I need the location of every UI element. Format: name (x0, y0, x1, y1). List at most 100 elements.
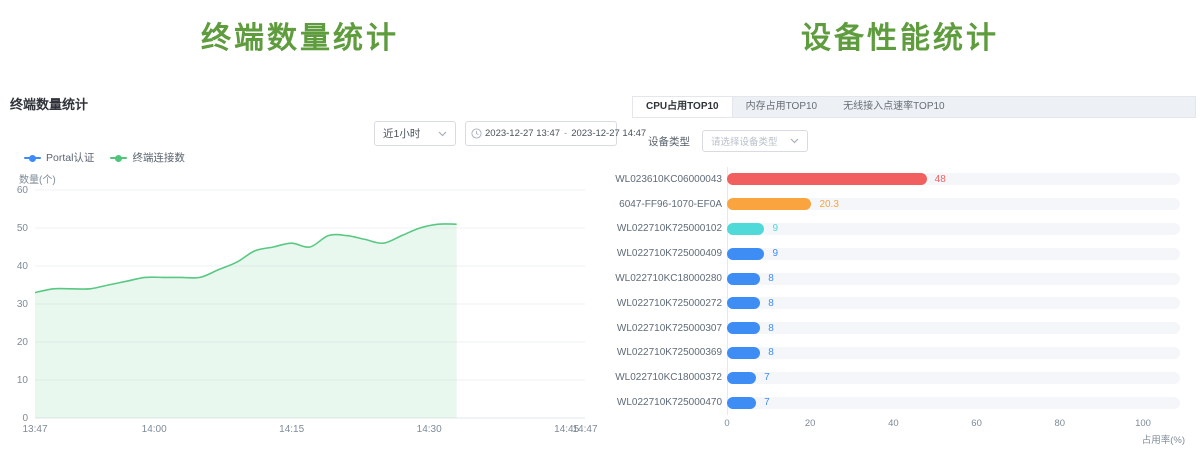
x-tick-label: 14:00 (142, 424, 167, 435)
bar-row: WL022710K725000272 8 (600, 291, 1200, 316)
cpu-top10-bar-chart: WL023610KC06000043 48 6047-FF96-1070-EF0A 2… (600, 167, 1200, 415)
date-end: 2023-12-27 14:47 (571, 128, 646, 139)
area-fill (35, 224, 457, 418)
bar-fill (727, 198, 811, 210)
chevron-down-icon (438, 131, 447, 137)
bar-row: WL022710K725000409 9 (600, 241, 1200, 266)
x-tick-label: 14:30 (417, 424, 442, 435)
bar-value-label: 8 (768, 323, 774, 334)
bar-x-tick-label: 60 (962, 418, 992, 429)
legend-label: Portal认证 (46, 150, 94, 165)
card-title-terminal-stats: 终端数量统计 (10, 94, 88, 113)
tab-CPU占用TOP10[interactable]: CPU占用TOP10 (633, 97, 733, 117)
bar-fill (727, 248, 764, 260)
device-type-placeholder: 请选择设备类型 (711, 134, 790, 148)
bar-category-label: WL022710K725000409 (600, 248, 722, 259)
legend-item[interactable]: Portal认证 (24, 150, 94, 165)
bar-row: 6047-FF96-1070-EF0A 20.3 (600, 192, 1200, 217)
device-type-select[interactable]: 请选择设备类型 (702, 130, 808, 152)
y-tick-label: 10 (17, 375, 29, 386)
date-separator: - (564, 128, 567, 139)
bar-x-tick-label: 80 (1045, 418, 1075, 429)
bar-x-axis: 0 20 40 60 80 100 (600, 418, 1200, 430)
bar-track: 20.3 (727, 198, 1180, 210)
bar-fill (727, 297, 760, 309)
performance-tabs: CPU占用TOP10内存占用TOP10无线接入点速率TOP10 (632, 96, 1196, 118)
bar-row: WL022710KC18000280 8 (600, 266, 1200, 291)
legend-marker-icon (24, 154, 41, 162)
bar-value-label: 8 (768, 347, 774, 358)
time-range-value: 近1小时 (383, 126, 438, 141)
bar-track: 8 (727, 297, 1180, 309)
bar-fill (727, 347, 760, 359)
bar-track: 48 (727, 173, 1180, 185)
x-tick-label: 14:15 (279, 424, 304, 435)
bar-row: WL023610KC06000043 48 (600, 167, 1200, 192)
bar-category-label: WL022710K725000369 (600, 347, 722, 358)
bar-value-label: 8 (768, 273, 774, 284)
x-tick-label: 13:47 (22, 424, 47, 435)
bar-track: 9 (727, 223, 1180, 235)
bar-track: 9 (727, 248, 1180, 260)
tab-内存占用TOP10[interactable]: 内存占用TOP10 (733, 97, 831, 117)
date-start: 2023-12-27 13:47 (485, 128, 560, 139)
y-tick-label: 20 (17, 337, 29, 348)
y-tick-label: 0 (22, 413, 28, 424)
bar-fill (727, 397, 756, 409)
bar-category-label: WL022710KC18000280 (600, 273, 722, 284)
bar-track: 7 (727, 372, 1180, 384)
bar-category-label: WL022710K725000102 (600, 223, 722, 234)
tab-无线接入点速率TOP10[interactable]: 无线接入点速率TOP10 (830, 97, 958, 117)
bar-x-axis-title: 占用率(%) (1135, 432, 1185, 446)
date-range-picker[interactable]: 2023-12-27 13:47 - 2023-12-27 14:47 (465, 121, 617, 146)
bar-value-label: 20.3 (819, 199, 838, 210)
bar-category-label: WL022710K725000272 (600, 298, 722, 309)
time-controls: 近1小时 2023-12-27 13:47 - 2023-12-27 14:47 (374, 121, 617, 146)
bar-track: 8 (727, 347, 1180, 359)
bar-track: 7 (727, 397, 1180, 409)
bar-category-label: WL022710K725000307 (600, 323, 722, 334)
clock-icon (471, 128, 482, 139)
bar-fill (727, 372, 756, 384)
bar-row: WL022710K725000307 8 (600, 316, 1200, 341)
bar-category-label: 6047-FF96-1070-EF0A (600, 199, 722, 210)
bar-row: WL022710K725000369 8 (600, 341, 1200, 366)
legend-item[interactable]: 终端连接数 (110, 150, 185, 165)
bar-track: 8 (727, 322, 1180, 334)
legend-label: 终端连接数 (132, 150, 185, 165)
bar-fill (727, 173, 927, 185)
bar-category-label: WL022710K725000470 (600, 397, 722, 408)
device-type-label: 设备类型 (648, 134, 690, 149)
bar-x-tick-label: 100 (1128, 418, 1158, 429)
bar-row: WL022710KC18000372 7 (600, 365, 1200, 390)
time-range-select[interactable]: 近1小时 (374, 121, 456, 146)
bar-value-label: 7 (764, 372, 770, 383)
page-title-device-performance: 设备性能统计 (600, 13, 1200, 57)
y-tick-label: 60 (17, 185, 29, 196)
bar-x-tick-label: 40 (878, 418, 908, 429)
bar-row: WL022710K725000102 9 (600, 217, 1200, 242)
terminal-count-line-chart: 010203040506013:4714:0014:1514:3014:4514… (0, 183, 600, 456)
y-tick-label: 30 (17, 299, 29, 310)
bar-fill (727, 273, 760, 285)
bar-track: 8 (727, 273, 1180, 285)
bar-category-label: WL022710KC18000372 (600, 372, 722, 383)
bar-value-label: 48 (935, 174, 946, 185)
y-tick-label: 50 (17, 223, 29, 234)
device-type-filter: 设备类型 请选择设备类型 (648, 130, 808, 152)
bar-value-label: 9 (772, 248, 778, 259)
bar-value-label: 9 (772, 223, 778, 234)
y-tick-label: 40 (17, 261, 29, 272)
bar-row: WL022710K725000470 7 (600, 390, 1200, 415)
bar-fill (727, 223, 764, 235)
bar-value-label: 7 (764, 397, 770, 408)
legend-marker-icon (110, 154, 127, 162)
x-tick-label: 14:47 (572, 424, 597, 435)
bar-x-tick-label: 0 (712, 418, 742, 429)
bar-x-tick-label: 20 (795, 418, 825, 429)
bar-value-label: 8 (768, 298, 774, 309)
bar-fill (727, 322, 760, 334)
chevron-down-icon (790, 138, 799, 144)
bar-category-label: WL023610KC06000043 (600, 174, 722, 185)
chart-legend: Portal认证 终端连接数 (24, 150, 185, 165)
